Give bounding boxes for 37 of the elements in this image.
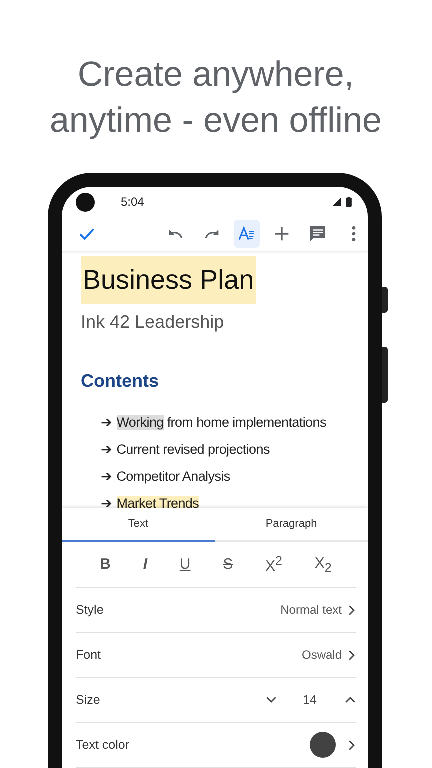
chevron-right-icon[interactable] <box>348 740 356 750</box>
section-heading: Contents <box>81 371 160 392</box>
list-item-text: Competitor Analysis <box>116 468 230 486</box>
format-toggle[interactable]: U <box>174 552 197 577</box>
setting-label: Size <box>76 693 102 707</box>
list-item-text: Current revised projections <box>116 441 270 459</box>
setting-label: Font <box>76 648 102 662</box>
color-swatch[interactable] <box>310 732 336 758</box>
headline-text: Create anywhere, <box>78 54 354 96</box>
headline-text: anytime - even offline <box>50 100 382 142</box>
status-time: 5:04 <box>121 195 146 209</box>
format-toggle[interactable]: I <box>137 552 154 577</box>
signal-icon <box>332 197 342 207</box>
setting-label: Text color <box>76 738 130 752</box>
text-format-icon[interactable] <box>234 220 260 248</box>
format-toggle[interactable]: X$_{2}$ <box>308 550 338 578</box>
battery-icon <box>346 197 352 207</box>
panel-tab[interactable]: Text <box>62 508 215 542</box>
setting-value[interactable]: Oswald <box>302 648 342 662</box>
arrow-bullet: ➔ <box>101 414 113 432</box>
format-toggle[interactable]: B <box>94 552 118 577</box>
chevron-right-icon[interactable] <box>348 604 356 616</box>
chevron-up-icon[interactable] <box>345 696 356 704</box>
document-subtitle: Ink 42 Leadership <box>81 312 226 333</box>
chevron-down-icon[interactable] <box>266 696 278 704</box>
format-toggle[interactable]: X$^{2}$ <box>259 550 288 579</box>
chevron-right-icon[interactable] <box>348 650 356 660</box>
list-item-text: Working from home implementations <box>116 414 326 432</box>
arrow-bullet: ➔ <box>101 468 113 486</box>
arrow-bullet: ➔ <box>101 441 113 459</box>
format-toggle[interactable]: S <box>217 552 240 577</box>
document-title: Business Plan <box>81 256 256 304</box>
panel-tab[interactable]: Paragraph <box>215 508 368 542</box>
size-value: 14 <box>303 693 317 707</box>
setting-value[interactable]: Normal text <box>280 603 342 617</box>
setting-label: Style <box>76 603 105 617</box>
camera-hole-icon <box>76 192 95 212</box>
